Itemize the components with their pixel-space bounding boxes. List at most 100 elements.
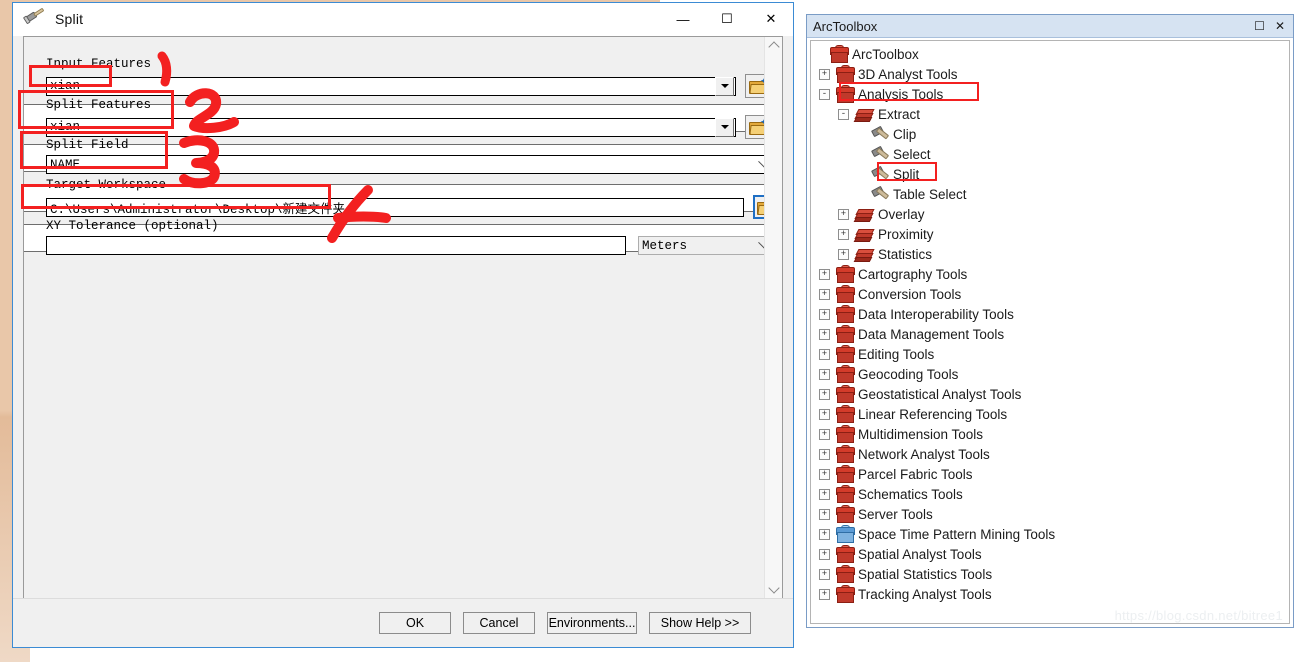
- expand-icon[interactable]: +: [819, 428, 830, 440]
- expand-icon[interactable]: +: [819, 488, 830, 500]
- tree-item-label: Statistics: [878, 246, 933, 262]
- tree-item-label: Analysis Tools: [858, 86, 944, 102]
- expand-icon[interactable]: +: [838, 208, 849, 220]
- tree-item-spatial-statistics-tools[interactable]: + Spatial Statistics Tools: [811, 564, 1289, 584]
- expand-icon[interactable]: +: [819, 588, 830, 600]
- tree-item-editing-tools[interactable]: + Editing Tools: [811, 344, 1289, 364]
- ok-button[interactable]: OK: [379, 612, 451, 634]
- tree-item-linear-referencing-tools[interactable]: + Linear Referencing Tools: [811, 404, 1289, 424]
- tree-item-cartography-tools[interactable]: + Cartography Tools: [811, 264, 1289, 284]
- arctoolbox-title: ArcToolbox: [813, 18, 878, 34]
- expand-icon[interactable]: +: [819, 328, 830, 340]
- expand-icon[interactable]: +: [819, 528, 830, 540]
- chevron-down-icon[interactable]: [715, 76, 734, 96]
- environments-button[interactable]: Environments...: [547, 612, 637, 634]
- tree-item-3d-analyst-tools[interactable]: +3D Analyst Tools: [811, 64, 1289, 84]
- tree-item-space-time-pattern-mining-tools[interactable]: + Space Time Pattern Mining Tools: [811, 524, 1289, 544]
- scrollbar-thumb[interactable]: [765, 54, 782, 574]
- tree-item-proximity[interactable]: + Proximity: [811, 224, 1289, 244]
- field-label-split-field: Split Field: [46, 138, 129, 152]
- tree-item-network-analyst-tools[interactable]: + Network Analyst Tools: [811, 444, 1289, 464]
- expand-icon[interactable]: +: [819, 308, 830, 320]
- tree-item-analysis-tools[interactable]: - Analysis Tools: [811, 84, 1289, 104]
- toolbox-icon: [836, 404, 855, 423]
- tree-item-select[interactable]: Select: [811, 144, 1289, 164]
- tree-item-table-select[interactable]: Table Select: [811, 184, 1289, 204]
- arctoolbox-tree[interactable]: ArcToolbox +3D Analyst Tools - Analysis Too…: [810, 40, 1290, 624]
- split-field-value: NAME: [50, 157, 81, 172]
- tree-item-split[interactable]: Split: [811, 164, 1289, 184]
- tree-item-label: Data Management Tools: [858, 326, 1005, 342]
- expand-icon[interactable]: +: [838, 248, 849, 260]
- expand-icon[interactable]: +: [819, 468, 830, 480]
- collapse-icon[interactable]: -: [838, 108, 849, 120]
- split-dialog-window: Split — ☐ ✕ Input Features xian Split Fe…: [12, 2, 794, 648]
- toolbox-icon: [836, 264, 855, 283]
- tree-item-conversion-tools[interactable]: + Conversion Tools: [811, 284, 1289, 304]
- minimize-button[interactable]: —: [661, 3, 705, 35]
- tree-item-label: Proximity: [878, 226, 934, 242]
- toolset-icon: [853, 248, 875, 262]
- tree-item-tracking-analyst-tools[interactable]: + Tracking Analyst Tools: [811, 584, 1289, 604]
- tree-item-schematics-tools[interactable]: + Schematics Tools: [811, 484, 1289, 504]
- expand-icon[interactable]: +: [819, 408, 830, 420]
- expand-icon[interactable]: +: [819, 288, 830, 300]
- expand-icon[interactable]: +: [819, 448, 830, 460]
- field-split-features: Split Features xian ✦: [46, 98, 771, 139]
- split-features-combo[interactable]: xian: [46, 117, 736, 137]
- xy-tolerance-unit-combo[interactable]: Meters: [638, 236, 776, 255]
- tree-item-data-interoperability-tools[interactable]: + Data Interoperability Tools: [811, 304, 1289, 324]
- window-controls: — ☐ ✕: [661, 3, 793, 35]
- tree-item-label: Network Analyst Tools: [858, 446, 990, 462]
- tree-item-server-tools[interactable]: + Server Tools: [811, 504, 1289, 524]
- tree-item-arctoolbox[interactable]: ArcToolbox: [811, 44, 1289, 64]
- collapse-icon[interactable]: -: [819, 88, 830, 100]
- expand-icon[interactable]: +: [819, 568, 830, 580]
- tree-item-geostatistical-analyst-tools[interactable]: + Geostatistical Analyst Tools: [811, 384, 1289, 404]
- tree-item-overlay[interactable]: + Overlay: [811, 204, 1289, 224]
- scroll-down-button[interactable]: [765, 581, 782, 598]
- dialog-scrollbar[interactable]: [764, 37, 782, 598]
- input-features-combo[interactable]: xian: [46, 76, 736, 96]
- cancel-button[interactable]: Cancel: [463, 612, 535, 634]
- expand-icon[interactable]: +: [819, 68, 830, 80]
- tree-item-parcel-fabric-tools[interactable]: + Parcel Fabric Tools: [811, 464, 1289, 484]
- scroll-up-button[interactable]: [765, 37, 782, 54]
- toolbox-icon: [836, 344, 855, 363]
- arctoolbox-titlebar[interactable]: ArcToolbox ☐ ✕: [807, 15, 1293, 38]
- xy-tolerance-input[interactable]: [46, 236, 626, 255]
- arctoolbox-restore-button[interactable]: ☐: [1254, 20, 1265, 32]
- field-label-split-features: Split Features: [46, 98, 152, 112]
- expand-icon[interactable]: +: [838, 228, 849, 240]
- expand-icon[interactable]: +: [819, 388, 830, 400]
- tree-item-extract[interactable]: - Extract: [811, 104, 1289, 124]
- root-toolbox-icon: [830, 44, 849, 63]
- toolbox-icon: [836, 444, 855, 463]
- tree-item-label: Table Select: [893, 186, 967, 202]
- close-button[interactable]: ✕: [749, 3, 793, 35]
- target-workspace-input[interactable]: C:\Users\Administrator\Desktop\新建文件夹: [46, 197, 744, 217]
- hammer-icon: [23, 6, 49, 32]
- tree-item-statistics[interactable]: + Statistics: [811, 244, 1289, 264]
- arctoolbox-close-button[interactable]: ✕: [1275, 20, 1285, 32]
- maximize-button[interactable]: ☐: [705, 3, 749, 35]
- hammer-icon: [871, 165, 890, 182]
- show-help-button[interactable]: Show Help >>: [649, 612, 751, 634]
- tree-item-data-management-tools[interactable]: + Data Management Tools: [811, 324, 1289, 344]
- expand-icon[interactable]: +: [819, 368, 830, 380]
- arctoolbox-panel: ArcToolbox ☐ ✕ ArcToolbox +3D Analyst Too…: [806, 14, 1294, 628]
- expand-icon[interactable]: +: [819, 548, 830, 560]
- tree-item-clip[interactable]: Clip: [811, 124, 1289, 144]
- expand-icon[interactable]: +: [819, 268, 830, 280]
- tree-item-spatial-analyst-tools[interactable]: + Spatial Analyst Tools: [811, 544, 1289, 564]
- tree-item-multidimension-tools[interactable]: + Multidimension Tools: [811, 424, 1289, 444]
- tree-item-label: Cartography Tools: [858, 266, 968, 282]
- split-field-combo[interactable]: NAME: [46, 155, 776, 174]
- tree-item-geocoding-tools[interactable]: + Geocoding Tools: [811, 364, 1289, 384]
- field-label-xy-tolerance: XY Tolerance (optional): [46, 219, 219, 233]
- expand-icon[interactable]: +: [819, 508, 830, 520]
- chevron-down-icon[interactable]: [715, 117, 734, 137]
- expand-icon[interactable]: +: [819, 348, 830, 360]
- toolbox-icon: [836, 504, 855, 523]
- split-dialog-titlebar[interactable]: Split — ☐ ✕: [13, 3, 793, 36]
